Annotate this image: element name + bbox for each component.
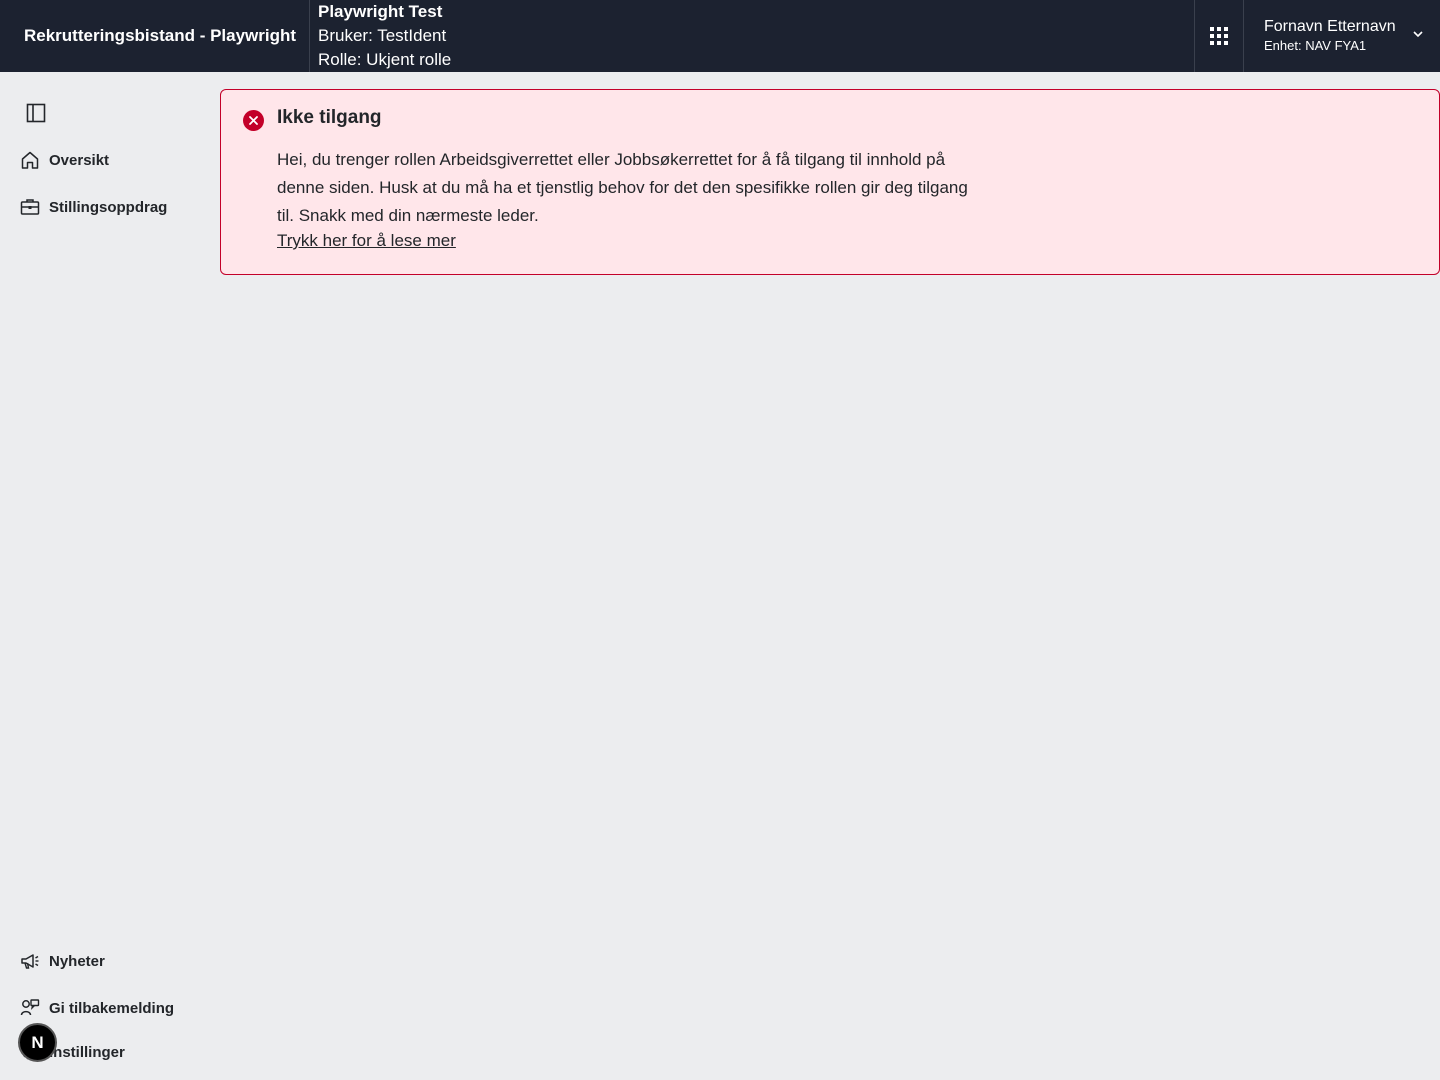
user-ident: Bruker: TestIdent xyxy=(318,26,447,45)
sidebar-item-feedback[interactable]: Gi tilbakemelding xyxy=(20,998,174,1018)
sidebar-item-label: Instillinger xyxy=(49,1043,125,1061)
sidebar-item-label: Oversikt xyxy=(49,151,110,169)
app-title[interactable]: Rekrutteringsbistand - Playwright xyxy=(0,0,310,72)
nextjs-dev-badge[interactable]: N xyxy=(18,1023,57,1062)
feedback-icon xyxy=(20,999,40,1016)
grid-icon xyxy=(1210,27,1228,45)
sidebar-item-label: Stillingsoppdrag xyxy=(49,198,168,216)
sidebar-item-stillingsoppdrag[interactable]: Stillingsoppdrag xyxy=(20,197,167,217)
sidebar: Oversikt Stillingsoppdrag Nyheter Gi til… xyxy=(0,72,210,1080)
apps-menu-button[interactable] xyxy=(1194,0,1244,72)
alert-title: Ikke tilgang xyxy=(277,107,382,128)
user-info: Playwright Test Bruker: TestIdent Rolle:… xyxy=(310,0,1194,72)
briefcase-icon xyxy=(20,199,40,215)
home-icon xyxy=(21,151,39,169)
error-alert: Ikke tilgang Hei, du trenger rollen Arbe… xyxy=(220,89,1440,275)
profile-unit: Enhet: NAV FYA1 xyxy=(1264,38,1367,53)
top-header: Rekrutteringsbistand - Playwright Playwr… xyxy=(0,0,1440,72)
sidebar-item-nyheter[interactable]: Nyheter xyxy=(20,951,105,971)
chevron-down-icon xyxy=(1413,31,1423,38)
sidebar-item-oversikt[interactable]: Oversikt xyxy=(20,150,109,170)
sidebar-toggle-button[interactable] xyxy=(26,103,48,125)
megaphone-icon xyxy=(21,954,39,969)
sidebar-toggle-icon xyxy=(26,103,46,123)
error-icon xyxy=(243,110,264,131)
profile-menu[interactable]: Fornavn Etternavn Enhet: NAV FYA1 xyxy=(1244,0,1440,72)
user-name: Playwright Test xyxy=(318,2,443,21)
user-role: Rolle: Ukjent rolle xyxy=(318,50,452,69)
sidebar-item-label: Gi tilbakemelding xyxy=(49,999,175,1017)
alert-message: Hei, du trenger rollen Arbeidsgiverrette… xyxy=(277,150,968,225)
read-more-link[interactable]: Trykk her for å lese mer xyxy=(277,231,456,251)
profile-name: Fornavn Etternavn xyxy=(1264,18,1396,35)
sidebar-item-label: Nyheter xyxy=(49,952,105,970)
